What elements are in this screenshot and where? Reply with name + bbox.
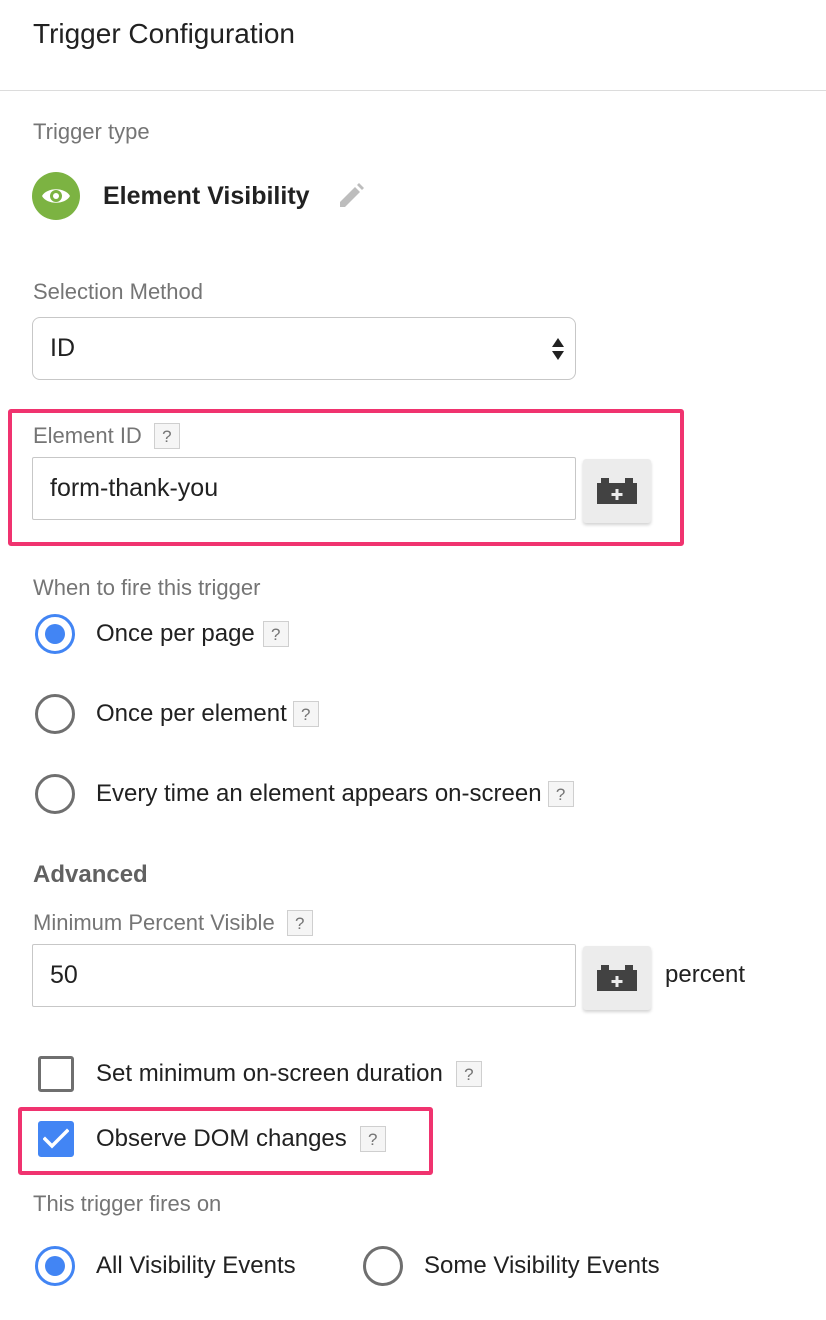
advanced-heading: Advanced: [33, 861, 148, 888]
header-divider: [0, 90, 826, 91]
fires-on-all-option[interactable]: All Visibility Events: [35, 1246, 296, 1286]
option-label: Some Visibility Events: [424, 1252, 660, 1279]
variable-brick-icon: [597, 965, 637, 991]
radio-every-time[interactable]: [35, 774, 75, 814]
element-id-value: form-thank-you: [50, 474, 219, 502]
selection-method-label: Selection Method: [33, 279, 203, 304]
trigger-type-label: Trigger type: [33, 119, 150, 144]
option-label: Set minimum on-screen duration: [96, 1060, 443, 1087]
pencil-icon[interactable]: [336, 181, 366, 211]
select-arrows-icon: [552, 338, 564, 360]
fire-once-per-page-option[interactable]: Once per page ?: [35, 614, 289, 654]
selection-method-select[interactable]: ID: [32, 317, 576, 380]
check-icon: [43, 1128, 69, 1149]
fire-once-per-element-option[interactable]: Once per element ?: [35, 694, 319, 734]
option-label: Observe DOM changes: [96, 1125, 347, 1152]
element-id-variable-button[interactable]: [583, 459, 651, 523]
trigger-type-name: Element Visibility: [103, 182, 310, 210]
observe-dom-option[interactable]: Observe DOM changes ?: [38, 1121, 386, 1157]
option-label: Once per page: [96, 620, 255, 647]
min-percent-input[interactable]: 50: [32, 944, 576, 1007]
min-percent-label-row: Minimum Percent Visible ?: [33, 909, 313, 937]
fire-every-time-option[interactable]: Every time an element appears on-screen …: [35, 774, 574, 814]
element-id-input[interactable]: form-thank-you: [32, 457, 576, 520]
radio-some-visibility-events[interactable]: [363, 1246, 403, 1286]
selection-method-value: ID: [50, 334, 75, 362]
element-id-label: Element ID: [33, 423, 142, 448]
help-icon[interactable]: ?: [292, 701, 319, 727]
option-label: Every time an element appears on-screen: [96, 780, 542, 807]
min-duration-option[interactable]: Set minimum on-screen duration ?: [38, 1056, 482, 1092]
element-id-label-row: Element ID ?: [33, 422, 180, 450]
radio-once-per-element[interactable]: [35, 694, 75, 734]
min-duration-checkbox[interactable]: [38, 1056, 74, 1092]
fires-on-label: This trigger fires on: [33, 1191, 222, 1216]
min-percent-value: 50: [50, 961, 78, 989]
option-label: Once per element: [96, 700, 287, 727]
fire-when-label: When to fire this trigger: [33, 575, 261, 600]
panel-title: Trigger Configuration: [33, 18, 295, 49]
help-icon[interactable]: ?: [547, 781, 574, 807]
eye-icon: [32, 172, 80, 220]
help-icon[interactable]: ?: [359, 1126, 386, 1152]
radio-once-per-page[interactable]: [35, 614, 75, 654]
observe-dom-checkbox[interactable]: [38, 1121, 74, 1157]
min-percent-label: Minimum Percent Visible: [33, 910, 275, 935]
min-percent-variable-button[interactable]: [583, 946, 651, 1010]
percent-unit-label: percent: [665, 961, 746, 988]
fires-on-some-option[interactable]: Some Visibility Events: [363, 1246, 660, 1286]
help-icon[interactable]: ?: [153, 423, 180, 449]
help-icon[interactable]: ?: [262, 621, 289, 647]
option-label: All Visibility Events: [96, 1252, 296, 1279]
help-icon[interactable]: ?: [286, 910, 313, 936]
radio-all-visibility-events[interactable]: [35, 1246, 75, 1286]
help-icon[interactable]: ?: [455, 1061, 482, 1087]
variable-brick-icon: [597, 478, 637, 504]
